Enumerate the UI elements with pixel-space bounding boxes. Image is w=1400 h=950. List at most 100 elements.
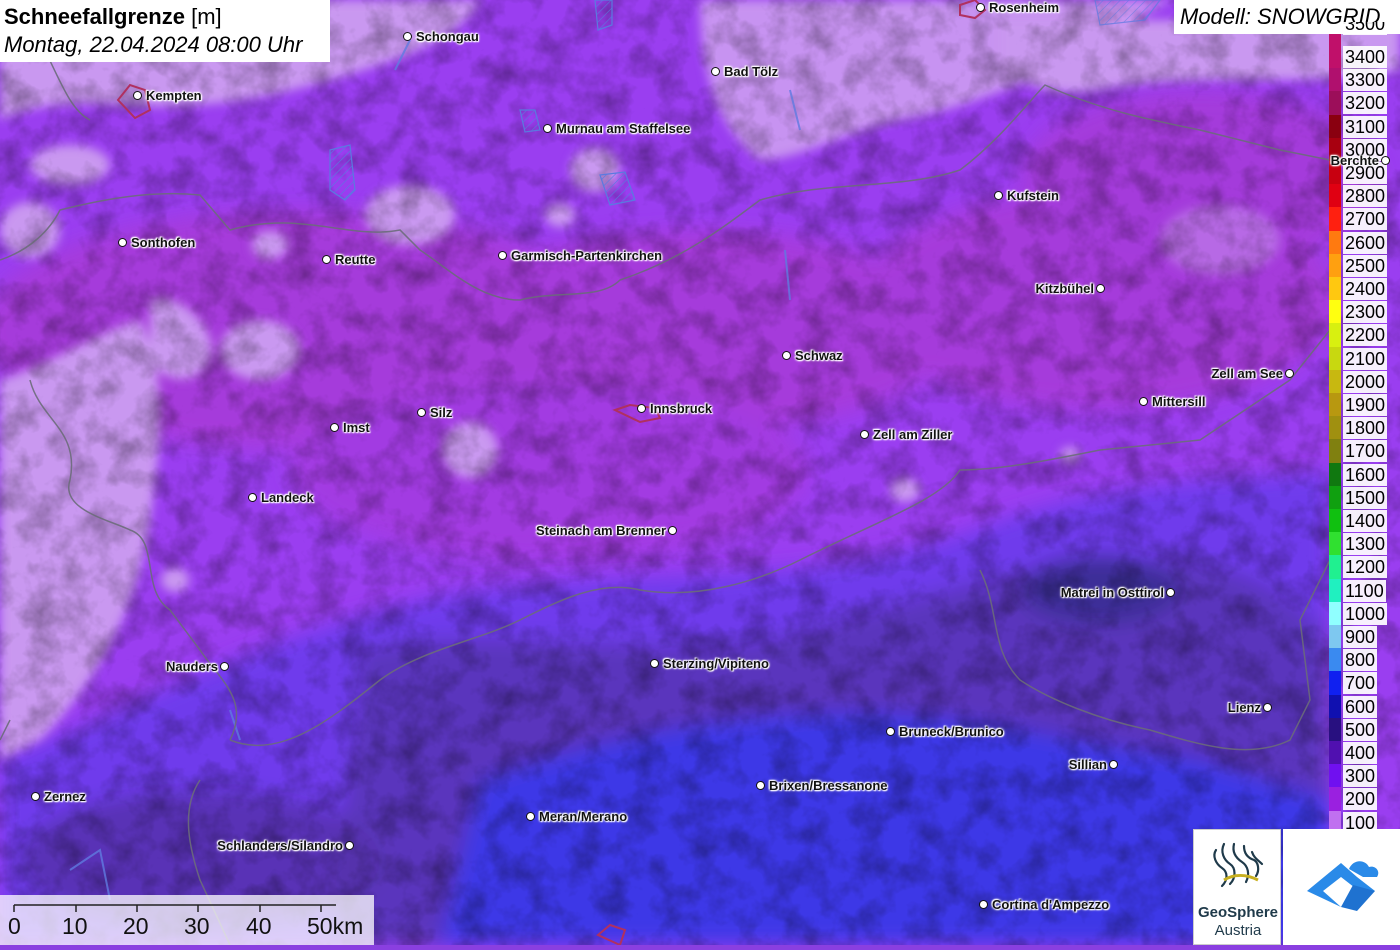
legend-label: 2400 [1343, 278, 1388, 300]
scale-label: 20 [123, 913, 149, 939]
scale-label: 10 [62, 913, 88, 939]
geosphere-emblem-icon [1213, 842, 1264, 888]
legend-swatch [1329, 416, 1341, 440]
legend-item: 1200 [1328, 555, 1400, 579]
snowfall-limit-map [0, 0, 1400, 945]
legend-swatch [1329, 717, 1341, 741]
legend-swatch [1329, 253, 1341, 277]
city-marker [994, 191, 1003, 200]
legend-swatch [1329, 91, 1341, 115]
city-marker [526, 812, 535, 821]
scale-label: 40 [246, 913, 272, 939]
legend-item: 1500 [1328, 485, 1400, 509]
city-marker [637, 404, 646, 413]
city-label: Meran/Merano [539, 809, 628, 824]
city-label: Steinach am Brenner [535, 523, 666, 538]
city-marker [330, 423, 339, 432]
legend-swatch [1329, 485, 1341, 509]
legend-item-partial: 3500 [1328, 22, 1400, 45]
legend-swatch [1329, 45, 1341, 69]
legend-label: 2000 [1343, 370, 1388, 393]
legend-label: 2100 [1343, 347, 1388, 370]
legend-item: 1400 [1328, 509, 1400, 533]
legend-item: 400 [1328, 741, 1400, 765]
legend-label: 900 [1343, 626, 1378, 648]
city-label: Matrei in Osttirol [1060, 585, 1164, 600]
legend-label: 3200 [1343, 92, 1388, 115]
city-label: Berchte [1330, 153, 1379, 168]
geosphere-logo[interactable]: GeoSphere Austria [1193, 829, 1281, 945]
legend-swatch [1329, 68, 1341, 92]
legend-swatch [1329, 671, 1341, 695]
city-marker [782, 351, 791, 360]
legend-item: 1000 [1328, 601, 1400, 625]
legend-label: 200 [1343, 788, 1378, 811]
city-label: Sterzing/Vipiteno [663, 656, 769, 671]
legend-item: 2600 [1328, 230, 1400, 254]
legend-label: 300 [1343, 765, 1378, 788]
city-marker [248, 493, 257, 502]
legend-swatch [1329, 34, 1341, 45]
city-marker [979, 900, 988, 909]
city-label: Zell am See [1211, 366, 1283, 381]
legend-label: 2800 [1343, 185, 1388, 208]
city-marker [118, 238, 127, 247]
city-label: Kitzbühel [1035, 281, 1095, 296]
legend-item: 300 [1328, 764, 1400, 788]
legend-swatch [1329, 625, 1341, 649]
city-marker [711, 67, 720, 76]
city-marker [1381, 156, 1390, 165]
legend-label: 3300 [1343, 69, 1388, 92]
legend-item: 3100 [1328, 114, 1400, 138]
city-label: Sillian [1068, 757, 1107, 772]
legend-item: 1800 [1328, 416, 1400, 440]
legend-item: 2300 [1328, 300, 1400, 324]
legend-item: 1900 [1328, 393, 1400, 417]
legend-swatch [1329, 694, 1341, 718]
map-title-box: Schneefallgrenze [m] Montag, 22.04.2024 … [0, 0, 330, 62]
legend-swatch [1329, 601, 1341, 625]
legend-label: 2200 [1343, 324, 1388, 347]
legend-swatch [1329, 323, 1341, 347]
legend-swatch [1329, 439, 1341, 463]
city-label: Kempten [146, 88, 202, 103]
legend-label: 1400 [1343, 510, 1388, 532]
legend-swatch [1329, 277, 1341, 301]
legend-swatch [1329, 741, 1341, 765]
city-label: Bad Tölz [724, 64, 779, 79]
legend-item: 2700 [1328, 207, 1400, 231]
legend-label: 1100 [1343, 579, 1386, 602]
legend-label: 700 [1343, 672, 1378, 695]
legend-item: 2800 [1328, 184, 1400, 208]
city-marker [133, 91, 142, 100]
city-label: Cortina d'Ampezzo [992, 897, 1110, 912]
legend-swatch [1329, 230, 1341, 254]
city-marker [543, 124, 552, 133]
legend-item: 3300 [1328, 68, 1400, 92]
city-marker [220, 662, 229, 671]
city-label: Mittersill [1152, 394, 1206, 409]
legend-item: 2000 [1328, 369, 1400, 393]
legend-label: 500 [1343, 718, 1378, 741]
legend-swatch [1329, 509, 1341, 533]
legend-label: 800 [1343, 649, 1378, 672]
legend-label: 1800 [1343, 417, 1388, 440]
city-label: Nauders [165, 659, 218, 674]
city-marker [1263, 703, 1272, 712]
city-label: Schongau [416, 29, 479, 44]
legend-item: 600 [1328, 694, 1400, 718]
city-marker [345, 841, 354, 850]
app-logo[interactable] [1283, 829, 1400, 945]
legend-item: 1100 [1328, 578, 1400, 602]
legend-swatch [1329, 764, 1341, 788]
city-label: Kufstein [1007, 188, 1059, 203]
legend-swatch [1329, 184, 1341, 208]
geosphere-name: GeoSphere [1197, 904, 1279, 921]
city-marker [668, 526, 677, 535]
legend-label: 400 [1343, 742, 1378, 764]
city-label: Murnau am Staffelsee [556, 121, 691, 136]
legend-label: 1500 [1343, 486, 1388, 509]
legend-item: 2100 [1328, 346, 1400, 370]
legend-item: 2400 [1328, 277, 1400, 301]
legend-label: 3400 [1343, 46, 1388, 68]
